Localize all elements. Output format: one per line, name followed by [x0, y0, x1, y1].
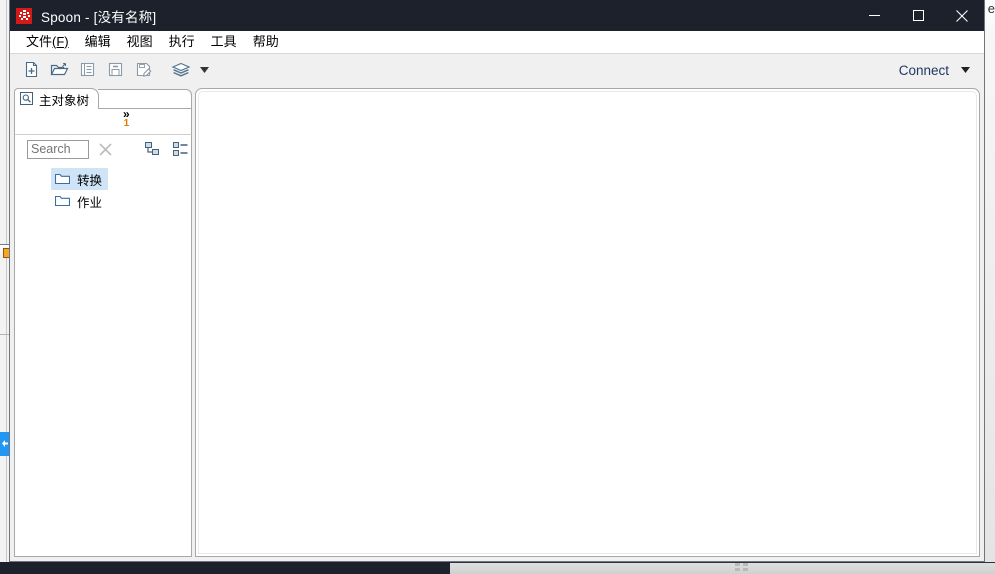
tree-view-icon	[20, 92, 34, 106]
save-icon	[108, 62, 122, 77]
titlebar[interactable]: Spoon - [没有名称]	[10, 0, 984, 31]
new-file-button[interactable]	[18, 57, 44, 83]
tree-node-jobs[interactable]: 作业	[51, 190, 108, 212]
canvas-inner-area[interactable]	[198, 91, 977, 554]
expand-tree-button[interactable]	[141, 139, 163, 159]
save-as-button[interactable]	[130, 57, 156, 83]
menu-view[interactable]: 视图	[119, 32, 161, 52]
expand-tree-icon	[144, 142, 159, 155]
tab-overflow-indicator[interactable]: » 1	[123, 108, 130, 129]
explorer-search-bar	[14, 135, 192, 163]
menu-edit[interactable]: 编辑	[77, 32, 119, 52]
background-window-divider	[6, 0, 7, 562]
window-controls	[852, 0, 984, 31]
open-file-button[interactable]	[46, 57, 72, 83]
chevron-down-icon	[961, 67, 970, 73]
open-folder-icon	[50, 62, 68, 76]
object-tree[interactable]: 转换 作业	[14, 163, 192, 557]
close-button[interactable]	[940, 0, 984, 31]
list-view-button[interactable]	[169, 139, 191, 159]
background-window-fragment-line	[0, 334, 9, 335]
menu-file-mnemonic: (F)	[52, 33, 69, 49]
taskbar-dark-band	[0, 562, 450, 574]
menu-file[interactable]: 文件(F)	[18, 32, 77, 52]
layers-icon	[171, 62, 191, 77]
menu-run[interactable]: 执行	[161, 32, 203, 52]
perspective-button[interactable]	[168, 57, 194, 83]
document-list-icon	[80, 62, 94, 77]
folder-icon	[55, 194, 71, 208]
perspective-dropdown-button[interactable]	[196, 58, 212, 82]
toolbar: Connect	[10, 53, 984, 85]
resize-grip-icon[interactable]	[735, 563, 751, 572]
background-window-fragment-highlight	[0, 432, 9, 456]
explorer-overflow-bar: » 1	[14, 108, 192, 135]
explorer-panel: 主对象树 » 1 Search 转换 作业	[14, 88, 192, 557]
folder-icon	[55, 172, 71, 186]
connect-dropdown-button[interactable]	[961, 67, 970, 73]
explorer-tabstrip-filler	[98, 89, 192, 109]
minimize-button[interactable]	[852, 0, 896, 31]
explorer-tabrow: 主对象树	[14, 88, 192, 109]
menubar: 文件(F) 编辑 视图 执行 工具 帮助	[10, 31, 984, 53]
list-view-icon	[172, 142, 187, 156]
background-right-text: e	[987, 1, 995, 16]
background-window-right-edge: e	[984, 0, 995, 562]
clear-x-icon[interactable]	[95, 139, 115, 159]
save-as-icon	[136, 62, 151, 77]
tab-main-object-tree-label: 主对象树	[39, 93, 90, 108]
tab-overflow-count: 1	[123, 118, 130, 129]
save-button[interactable]	[102, 57, 128, 83]
connect-area: Connect	[899, 54, 970, 86]
maximize-button[interactable]	[896, 0, 940, 31]
spoon-main-window: Spoon - [没有名称] 文件(F) 编辑 视图 执行 工具 帮助 Conn…	[9, 0, 985, 562]
background-window-fragment-top	[0, 244, 10, 258]
menu-tools[interactable]: 工具	[203, 32, 245, 52]
spoon-app-icon	[16, 7, 32, 24]
connect-label[interactable]: Connect	[899, 63, 949, 78]
tree-node-jobs-label: 作业	[77, 195, 103, 210]
taskbar-light-band	[450, 562, 995, 574]
window-title: Spoon - [没有名称]	[41, 9, 157, 25]
search-input[interactable]	[27, 139, 89, 159]
transformation-canvas[interactable]	[195, 88, 980, 557]
tree-node-transformations[interactable]: 转换	[51, 168, 109, 190]
new-file-icon	[25, 61, 37, 78]
menu-file-label: 文件	[26, 33, 53, 49]
chevron-down-icon	[199, 66, 209, 73]
tab-main-object-tree[interactable]: 主对象树	[14, 88, 100, 109]
tree-node-transformations-label: 转换	[77, 173, 103, 188]
explore-repository-button[interactable]	[74, 57, 100, 83]
window-body: 主对象树 » 1 Search 转换 作业	[10, 85, 984, 561]
menu-help[interactable]: 帮助	[245, 32, 287, 52]
